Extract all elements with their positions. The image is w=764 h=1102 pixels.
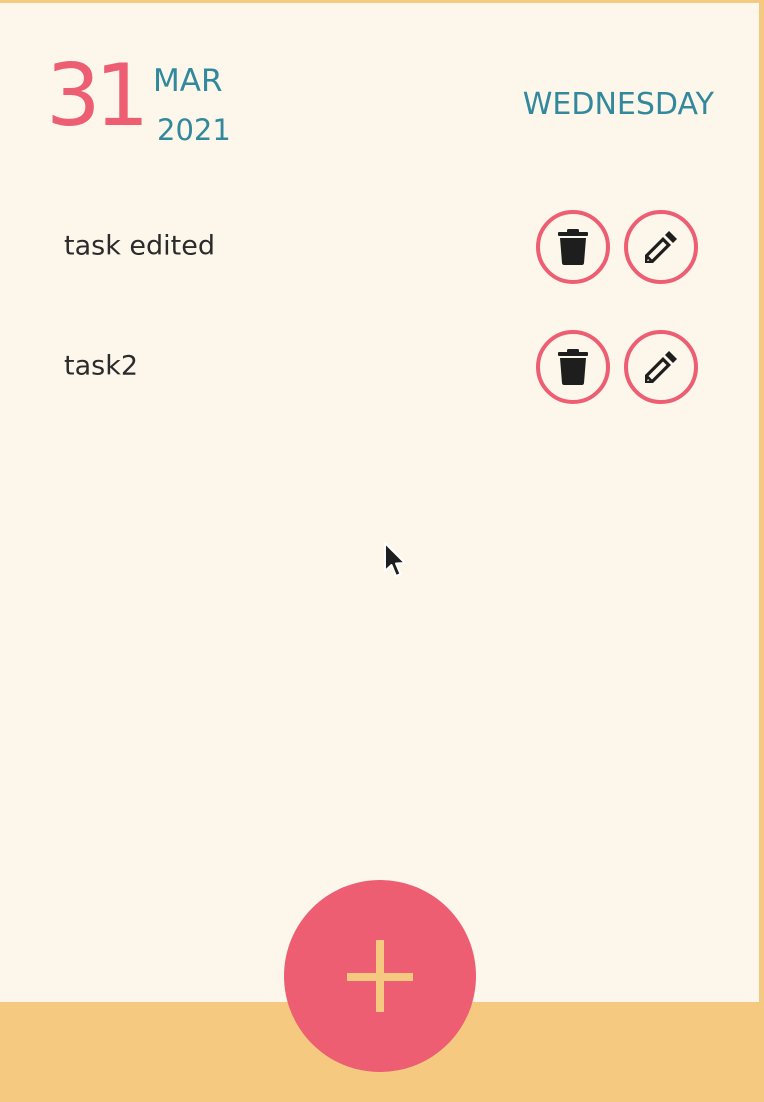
edit-task-button[interactable] xyxy=(624,210,698,284)
delete-task-button[interactable] xyxy=(536,330,610,404)
task-card: 31 MAR 2021 WEDNESDAY task edited task2 xyxy=(0,3,759,1002)
pencil-icon xyxy=(645,231,677,263)
task-row: task edited xyxy=(0,210,759,284)
weekday-label: WEDNESDAY xyxy=(522,87,714,122)
plus-icon xyxy=(347,940,413,1012)
day-number: 31 xyxy=(46,46,149,146)
add-task-button[interactable] xyxy=(284,880,476,1072)
trash-icon xyxy=(558,229,588,265)
month-label: MAR xyxy=(153,63,223,99)
task-label: task2 xyxy=(64,350,139,382)
app-frame: 31 MAR 2021 WEDNESDAY task edited task2 xyxy=(0,0,764,1102)
date-header: 31 MAR 2021 WEDNESDAY xyxy=(0,3,759,163)
pencil-icon xyxy=(645,351,677,383)
task-label: task edited xyxy=(64,230,216,262)
trash-icon xyxy=(558,349,588,385)
task-row: task2 xyxy=(0,330,759,404)
year-label: 2021 xyxy=(157,113,231,147)
delete-task-button[interactable] xyxy=(536,210,610,284)
edit-task-button[interactable] xyxy=(624,330,698,404)
mouse-cursor-icon xyxy=(384,542,406,577)
